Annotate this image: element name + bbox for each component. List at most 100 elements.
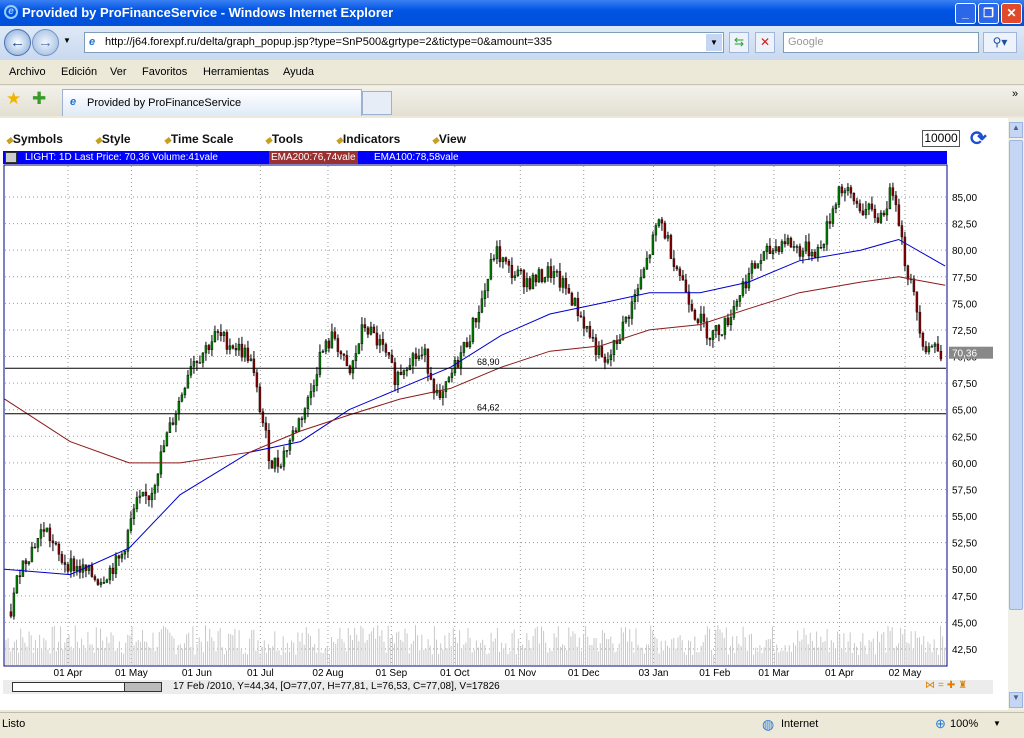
candle-body xyxy=(402,370,406,375)
candle-body xyxy=(546,266,550,278)
candle-body xyxy=(657,219,661,226)
vertical-scrollbar[interactable]: ▲ ▼ xyxy=(1008,118,1024,710)
candle-body xyxy=(111,567,115,574)
candle-body xyxy=(345,355,349,367)
candle-body xyxy=(690,304,694,311)
candle-body xyxy=(156,473,160,486)
candle-body xyxy=(405,369,409,372)
candle-body xyxy=(414,353,418,359)
candle-body xyxy=(534,274,538,283)
candle-body xyxy=(105,579,109,583)
stop-icon[interactable]: ✕ xyxy=(755,32,775,53)
diamond-icon: ◆ xyxy=(95,135,102,145)
candle-body xyxy=(519,269,523,272)
candle-body xyxy=(240,343,244,358)
candle-body xyxy=(717,325,721,335)
zoom-level[interactable]: 100% xyxy=(950,718,978,730)
tools-menu[interactable]: ◆Tools xyxy=(265,132,303,146)
close-button[interactable]: ✕ xyxy=(1001,3,1022,24)
candle-body xyxy=(432,379,436,394)
candle-body xyxy=(789,237,793,248)
chevron-more-icon[interactable]: » xyxy=(1012,88,1018,100)
scrollbar-thumb[interactable] xyxy=(124,683,161,691)
scroll-up-icon[interactable]: ▲ xyxy=(1009,122,1023,138)
candle-body xyxy=(597,346,601,355)
maximize-button[interactable]: ❐ xyxy=(978,3,999,24)
candle-body xyxy=(225,332,229,350)
address-bar[interactable]: e http://j64.forexpf.ru/delta/graph_popu… xyxy=(84,32,724,53)
scroll-down-icon[interactable]: ▼ xyxy=(1009,692,1023,708)
amount-input[interactable]: 10000 xyxy=(922,130,960,147)
candle-body xyxy=(495,246,499,259)
candle-body xyxy=(678,268,682,276)
candle-body xyxy=(129,518,133,531)
tab-active[interactable]: e Provided by ProFinanceService xyxy=(62,89,362,116)
add-favorite-icon[interactable]: ✚ xyxy=(32,89,46,109)
search-icon[interactable]: ⚲▾ xyxy=(983,32,1017,53)
menu-ver[interactable]: Ver xyxy=(110,66,127,78)
candle-body xyxy=(336,338,340,352)
menu-favoritos[interactable]: Favoritos xyxy=(142,66,187,78)
zoom-dropdown-icon[interactable]: ▼ xyxy=(993,719,1001,728)
candle-body xyxy=(441,391,445,398)
price-chart[interactable]: 42,50 45,00 47,50 50,00 52,50 55,00 57,50 60,00… xyxy=(0,164,1000,680)
symbols-menu[interactable]: ◆Symbols xyxy=(6,132,63,146)
candle-body xyxy=(894,195,898,206)
candle-body xyxy=(171,422,175,425)
refresh-chart-icon[interactable]: ⟳ xyxy=(970,126,987,151)
menu-archivo[interactable]: Archivo xyxy=(9,66,46,78)
diamond-icon: ◆ xyxy=(432,135,439,145)
candle-body xyxy=(807,241,811,257)
navigation-bar: ← → ▼ e http://j64.forexpf.ru/delta/grap… xyxy=(0,26,1024,60)
menu-herramientas[interactable]: Herramientas xyxy=(203,66,269,78)
candle-body xyxy=(36,538,40,548)
diamond-icon: ◆ xyxy=(6,135,13,145)
style-menu[interactable]: ◆Style xyxy=(95,132,131,146)
candle-body xyxy=(648,254,652,259)
back-button[interactable]: ← xyxy=(4,29,31,56)
refresh-icon[interactable]: ⇆ xyxy=(729,32,749,53)
indicators-menu[interactable]: ◆Indicators xyxy=(336,132,400,146)
candle-body xyxy=(600,346,604,358)
legend-ema100: EMA100:78,58vale xyxy=(374,152,459,163)
candle-body xyxy=(492,258,496,260)
candle-body xyxy=(522,270,526,288)
candle-body xyxy=(306,397,310,409)
candle-body xyxy=(207,345,211,350)
candle-body xyxy=(168,422,172,433)
forward-button[interactable]: → xyxy=(32,29,59,56)
candle-body xyxy=(723,317,727,335)
candle-body xyxy=(627,316,631,319)
candle-body xyxy=(810,251,814,257)
search-input[interactable]: Google xyxy=(783,32,979,53)
candle-body xyxy=(48,527,52,542)
history-dropdown-icon[interactable]: ▼ xyxy=(63,36,71,45)
zoom-controls-icon[interactable]: ⋈=✚♜ xyxy=(925,680,970,691)
menu-ayuda[interactable]: Ayuda xyxy=(283,66,314,78)
time-scrollbar[interactable] xyxy=(12,682,162,692)
candle-body xyxy=(375,332,379,346)
favorites-star-icon[interactable]: ★ xyxy=(6,89,21,109)
candle-body xyxy=(42,529,46,532)
scroll-thumb[interactable] xyxy=(1009,140,1023,610)
candle-body xyxy=(603,356,607,363)
menu-edicion[interactable]: Edición xyxy=(61,66,97,78)
x-tick-label: 02 May xyxy=(889,668,922,679)
view-menu[interactable]: ◆View xyxy=(432,132,466,146)
new-tab-button[interactable] xyxy=(362,91,392,115)
legend-toggle-icon[interactable] xyxy=(5,152,17,163)
candle-body xyxy=(90,565,94,577)
candle-body xyxy=(858,203,862,212)
candle-body xyxy=(669,235,673,259)
address-dropdown-icon[interactable]: ▼ xyxy=(706,34,722,51)
candle-body xyxy=(939,351,943,360)
candle-body xyxy=(96,579,100,585)
candle-body xyxy=(204,345,208,354)
minimize-button[interactable]: _ xyxy=(955,3,976,24)
candle-body xyxy=(843,190,847,194)
candle-body xyxy=(348,365,352,374)
candle-body xyxy=(561,278,565,288)
candle-body xyxy=(147,495,151,501)
time-scale-menu[interactable]: ◆Time Scale xyxy=(164,132,233,146)
diamond-icon: ◆ xyxy=(336,135,343,145)
